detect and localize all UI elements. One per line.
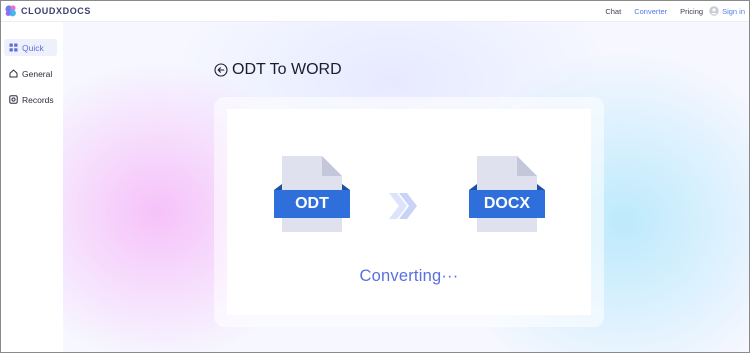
target-format-label: DOCX: [469, 190, 545, 218]
nav-chat[interactable]: Chat: [605, 7, 621, 16]
top-nav: Chat Converter Pricing Sign in: [605, 1, 749, 22]
double-chevron-right-icon: [387, 193, 419, 219]
sign-in-label: Sign in: [722, 7, 745, 16]
cloudxdocs-logo-icon: [4, 4, 18, 18]
source-file: ODT: [274, 156, 350, 232]
nav-pricing[interactable]: Pricing: [680, 7, 703, 16]
grid-icon: [9, 43, 18, 52]
conversion-status: Converting···: [359, 267, 459, 285]
page-title: ODT To WORD: [232, 61, 342, 78]
nav-converter[interactable]: Converter: [634, 7, 667, 16]
brand-logo[interactable]: CLOUDXDOCS: [4, 4, 91, 18]
sidebar-item-label: Records: [22, 94, 54, 105]
sidebar-item-general[interactable]: General: [4, 65, 57, 82]
sidebar-item-label: General: [22, 68, 53, 79]
source-format-label: ODT: [274, 190, 350, 218]
back-arrow-icon[interactable]: [214, 63, 228, 77]
conversion-card: ODT DOCX Converting···: [214, 97, 604, 327]
home-icon: [9, 69, 18, 78]
top-header: CLOUDXDOCS Chat Converter Pricing Sign i…: [1, 1, 749, 22]
sidebar-item-quick[interactable]: Quick: [4, 39, 57, 56]
sidebar: Quick General Records: [1, 22, 63, 352]
records-icon: [9, 95, 18, 104]
user-icon: [709, 3, 719, 21]
sidebar-item-records[interactable]: Records: [4, 91, 57, 108]
sign-in-button[interactable]: Sign in: [709, 3, 745, 21]
app-window: CLOUDXDOCS Chat Converter Pricing Sign i…: [0, 0, 750, 353]
page-title-row: ODT To WORD: [214, 61, 342, 79]
conversion-panel: ODT DOCX Converting···: [227, 109, 591, 315]
brand-name: CLOUDXDOCS: [21, 6, 92, 16]
target-file: DOCX: [469, 156, 545, 232]
sidebar-item-label: Quick: [22, 42, 44, 53]
